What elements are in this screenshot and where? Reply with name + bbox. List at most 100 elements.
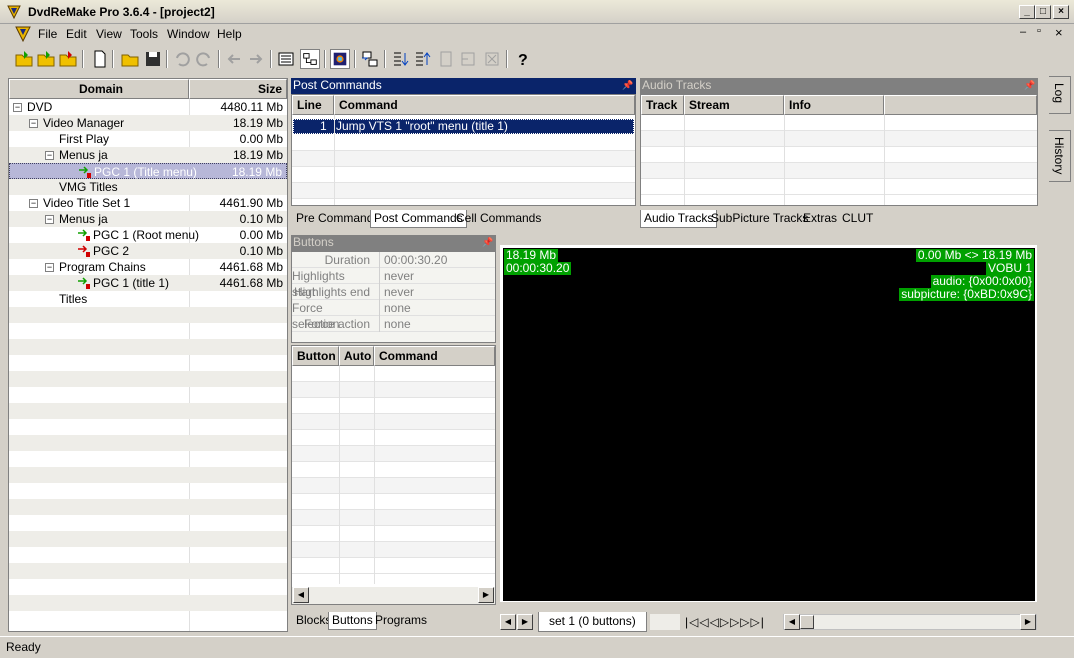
save-icon[interactable] <box>143 49 163 69</box>
tree-row[interactable]: VMG Titles <box>9 179 287 195</box>
menu-window[interactable]: Window <box>167 27 210 41</box>
command-column-header[interactable]: Command <box>374 346 495 366</box>
info-column-header[interactable]: Info <box>784 95 884 115</box>
list-view-icon[interactable] <box>276 49 296 69</box>
property-row[interactable]: Force action none <box>292 316 495 332</box>
tree-row[interactable]: PGC 2 0.10 Mb <box>9 243 287 259</box>
sort-down-icon[interactable] <box>390 49 410 69</box>
tree-row[interactable]: PGC 1 (Root menu) 0.00 Mb <box>9 227 287 243</box>
timeline-thumb[interactable] <box>800 615 814 629</box>
open-folder-icon[interactable] <box>120 49 140 69</box>
tab-pre-commands[interactable]: Pre Commands <box>293 210 382 228</box>
property-row[interactable]: Duration 00:00:30.20 <box>292 252 495 268</box>
open-dvd-icon[interactable] <box>36 49 56 69</box>
prev-set-button[interactable]: ◀ <box>500 614 516 630</box>
post-command-row[interactable]: 1 Jump VTS 1 "root" menu (title 1) <box>293 119 634 134</box>
timeline-right-button[interactable]: ▶ <box>1020 614 1036 630</box>
tab-programs[interactable]: Programs <box>372 612 430 630</box>
mdi-minimize-button[interactable]: – <box>1020 26 1026 38</box>
collapse-icon[interactable]: − <box>29 199 38 208</box>
log-side-tab[interactable]: Log <box>1049 76 1071 114</box>
blocks-icon[interactable] <box>360 49 380 69</box>
svg-text:?: ? <box>518 52 528 69</box>
track-column-header[interactable]: Track <box>641 95 684 115</box>
button-column-header[interactable]: Button <box>292 346 339 366</box>
tree-row[interactable]: − Video Manager 18.19 Mb <box>9 115 287 131</box>
first-frame-icon[interactable]: |◁ <box>685 615 699 629</box>
collapse-icon[interactable]: − <box>45 215 54 224</box>
help-icon[interactable]: ? <box>512 49 532 69</box>
undo-icon[interactable] <box>172 49 192 69</box>
menu-tools[interactable]: Tools <box>130 27 158 41</box>
preview-icon[interactable] <box>330 49 350 69</box>
tree-row[interactable]: First Play 0.00 Mb <box>9 131 287 147</box>
paste-icon[interactable] <box>458 49 478 69</box>
app-menu-icon[interactable] <box>14 26 32 42</box>
history-side-tab[interactable]: History <box>1049 130 1071 182</box>
step-back-icon[interactable]: ◁◁ <box>699 615 719 629</box>
line-column-header[interactable]: Line <box>292 95 334 115</box>
property-row[interactable]: Highlights end never <box>292 284 495 300</box>
command-column-header[interactable]: Command <box>334 95 635 115</box>
tree-row[interactable]: PGC 1 (Title menu) 18.19 Mb <box>9 163 287 179</box>
sort-up-icon[interactable] <box>412 49 432 69</box>
scroll-left-button[interactable]: ◀ <box>293 587 309 603</box>
new-file-icon[interactable] <box>90 49 110 69</box>
menu-view[interactable]: View <box>96 27 122 41</box>
tree-row[interactable]: − DVD 4480.11 Mb <box>9 99 287 115</box>
forward-icon[interactable] <box>246 49 266 69</box>
tab-buttons[interactable]: Buttons <box>328 612 377 630</box>
open-project-icon[interactable] <box>14 49 34 69</box>
close-button[interactable]: × <box>1053 5 1069 19</box>
pin-icon[interactable]: 📌 <box>482 237 493 247</box>
tree-row[interactable]: PGC 1 (title 1) 4461.68 Mb <box>9 275 287 291</box>
auto-column-header[interactable]: Auto <box>339 346 374 366</box>
set-tab[interactable]: set 1 (0 buttons) <box>538 612 647 632</box>
tree-row[interactable]: − Program Chains 4461.68 Mb <box>9 259 287 275</box>
tab-audio-tracks[interactable]: Audio Tracks <box>640 210 718 228</box>
copy-icon[interactable] <box>436 49 456 69</box>
step-forward-icon[interactable]: ▷▷ <box>730 615 750 629</box>
pin-icon[interactable]: 📌 <box>622 80 633 90</box>
delete-icon[interactable] <box>482 49 502 69</box>
tab-subpicture-tracks[interactable]: SubPicture Tracks <box>708 210 811 228</box>
mdi-restore-button[interactable]: ▫ <box>1037 25 1041 37</box>
maximize-button[interactable]: □ <box>1035 5 1051 19</box>
tree-view-icon[interactable] <box>300 49 320 69</box>
import-icon[interactable] <box>58 49 78 69</box>
size-column-header[interactable]: Size <box>189 79 287 99</box>
menu-file[interactable]: File <box>38 27 57 41</box>
row-line: 1 <box>320 119 327 133</box>
menu-edit[interactable]: Edit <box>66 27 87 41</box>
domain-column-header[interactable]: Domain <box>9 79 189 99</box>
tree-row[interactable]: − Menus ja 0.10 Mb <box>9 211 287 227</box>
collapse-icon[interactable]: − <box>45 263 54 272</box>
menu-help[interactable]: Help <box>217 27 242 41</box>
tree-row[interactable]: Titles <box>9 291 287 307</box>
collapse-icon[interactable]: − <box>45 151 54 160</box>
property-row[interactable]: Highlights start never <box>292 268 495 299</box>
tree-row[interactable]: − Video Title Set 1 4461.90 Mb <box>9 195 287 211</box>
video-preview[interactable]: 18.19 Mb 00:00:30.20 0.00 Mb <> 18.19 Mb… <box>503 248 1035 601</box>
timeline-left-button[interactable]: ◀ <box>784 614 800 630</box>
mdi-close-button[interactable]: × <box>1055 25 1063 40</box>
tab-cell-commands[interactable]: Cell Commands <box>453 210 544 228</box>
collapse-icon[interactable]: − <box>13 103 22 112</box>
minimize-button[interactable]: _ <box>1019 5 1035 19</box>
collapse-icon[interactable]: − <box>29 119 38 128</box>
property-row[interactable]: Force selection none <box>292 300 495 331</box>
buttons-properties: Duration 00:00:30.20 Highlights start never… <box>291 251 496 343</box>
timeline-scrollbar[interactable]: ◀ ▶ <box>783 614 1037 630</box>
tab-extras[interactable]: Extras <box>800 210 840 228</box>
redo-icon[interactable] <box>194 49 214 69</box>
tab-clut[interactable]: CLUT <box>839 210 876 228</box>
horizontal-scrollbar[interactable]: ◀ ▶ <box>292 587 495 604</box>
next-set-button[interactable]: ▶ <box>517 614 533 630</box>
play-icon[interactable]: ▷ <box>720 615 730 629</box>
last-frame-icon[interactable]: ▷| <box>751 615 765 629</box>
tree-row[interactable]: − Menus ja 18.19 Mb <box>9 147 287 163</box>
pin-icon[interactable]: 📌 <box>1024 80 1035 90</box>
stream-column-header[interactable]: Stream <box>684 95 784 115</box>
scroll-right-button[interactable]: ▶ <box>478 587 494 603</box>
back-icon[interactable] <box>224 49 244 69</box>
